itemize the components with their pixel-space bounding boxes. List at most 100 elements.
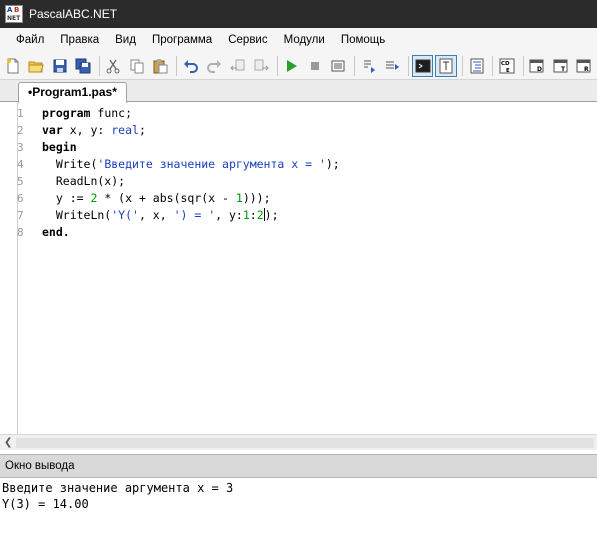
menu-help[interactable]: Помощь xyxy=(333,30,393,50)
code-line: y := 2 * (x + abs(sqr(x - 1))); xyxy=(42,190,271,207)
code-token: 'Y(' xyxy=(111,208,139,222)
code-token: end. xyxy=(42,225,70,239)
menu-view[interactable]: Вид xyxy=(107,30,144,50)
insert-text-icon[interactable]: T xyxy=(550,55,571,77)
redo-icon[interactable] xyxy=(203,55,224,77)
code-token: 'Введите значение аргумента x = ' xyxy=(97,157,326,171)
code-line: var x, y: real; xyxy=(42,122,146,139)
pascalabc-app-icon: A B NET xyxy=(5,5,23,23)
toolbar-separator xyxy=(276,55,278,76)
format-code-icon[interactable] xyxy=(466,55,487,77)
line-number: 5 xyxy=(17,175,24,188)
code-token: Write( xyxy=(42,157,98,171)
code-line: ReadLn(x); xyxy=(42,173,125,190)
code-token: * (x + abs(sqr(x - xyxy=(97,191,236,205)
code-token: real xyxy=(111,123,139,137)
code-editor[interactable]: 12345678 program func; var x, y: real; beg… xyxy=(0,103,597,434)
step-into-icon[interactable] xyxy=(381,55,402,77)
line-number: 6 xyxy=(17,192,24,205)
toolbar-separator xyxy=(176,55,177,76)
menu-edit[interactable]: Правка xyxy=(52,30,107,50)
code-line: program func; xyxy=(42,105,132,122)
compile-icon[interactable] xyxy=(328,55,349,77)
output-line: Y(3) = 14.00 xyxy=(2,497,89,511)
code-token: ') = ' xyxy=(173,208,216,222)
code-token: ); xyxy=(264,208,279,222)
code-token: program xyxy=(42,106,91,120)
code-token: x, y: xyxy=(62,123,112,137)
code-line: begin xyxy=(42,139,77,156)
stop-icon[interactable] xyxy=(304,55,325,77)
code-token: y := xyxy=(42,191,91,205)
menu-modules[interactable]: Модули xyxy=(276,30,333,50)
code-token: , y: xyxy=(215,208,243,222)
code-line: WriteLn('Y(', x, ') = ', y:1:2); xyxy=(42,207,279,224)
code-token: func; xyxy=(90,106,133,120)
svg-text:D: D xyxy=(537,66,542,73)
new-file-icon[interactable] xyxy=(2,55,23,77)
text-window-icon[interactable] xyxy=(435,54,457,77)
svg-text:R: R xyxy=(584,66,589,73)
save-icon[interactable] xyxy=(49,55,70,77)
document-tab-strip: •Program1.pas* xyxy=(0,80,597,103)
tab-program1-pas[interactable]: •Program1.pas* xyxy=(18,82,127,103)
menu-bar: Файл Правка Вид Программа Сервис Модули … xyxy=(0,28,597,52)
code-line: end. xyxy=(42,224,70,241)
scrollbar-track[interactable] xyxy=(16,438,594,448)
code-token: 2 xyxy=(256,208,264,222)
output-window-header: Окно вывода xyxy=(0,454,597,478)
toolbar-separator xyxy=(98,55,100,76)
menu-program[interactable]: Программа xyxy=(144,30,220,50)
title-bar: A B NET PascalABC.NET xyxy=(0,0,597,28)
navigate-forward-icon[interactable] xyxy=(250,55,271,77)
output-window-title: Окно вывода xyxy=(5,460,75,472)
paste-icon[interactable] xyxy=(150,55,171,77)
scroll-left-arrow-icon[interactable]: ❮ xyxy=(4,437,12,448)
copy-icon[interactable] xyxy=(126,55,147,77)
line-number: 1 xyxy=(17,107,24,120)
window-title: PascalABC.NET xyxy=(29,7,118,21)
toolbar-separator xyxy=(492,55,494,76)
menu-service[interactable]: Сервис xyxy=(220,30,275,50)
undo-icon[interactable] xyxy=(180,55,201,77)
replace-icon[interactable]: R xyxy=(573,55,594,77)
toolbar-separator xyxy=(522,55,524,76)
line-number: 2 xyxy=(17,124,24,137)
save-all-icon[interactable] xyxy=(72,55,93,77)
code-token: ); xyxy=(325,157,340,171)
code-token: var xyxy=(42,123,63,137)
code-template-icon[interactable]: CD E xyxy=(496,55,517,77)
line-number: 4 xyxy=(17,158,24,171)
navigate-back-icon[interactable] xyxy=(227,55,248,77)
code-token: WriteLn( xyxy=(42,208,112,222)
output-line: Введите значение аргумента x = 3 xyxy=(2,481,234,495)
line-number: 3 xyxy=(17,141,24,154)
toolbar-separator xyxy=(407,55,409,76)
line-number: 7 xyxy=(17,209,24,222)
editor-horizontal-scrollbar[interactable]: ❮ xyxy=(0,434,597,450)
line-number-gutter xyxy=(0,103,18,434)
toolbar-separator xyxy=(461,55,463,76)
code-line: Write('Введите значение аргумента x = ')… xyxy=(42,156,340,173)
code-token: , x, xyxy=(138,208,174,222)
code-token: 1 xyxy=(235,191,243,205)
cut-icon[interactable] xyxy=(103,55,124,77)
code-token: ; xyxy=(138,123,146,137)
svg-text:E: E xyxy=(506,68,510,74)
run-icon[interactable] xyxy=(281,55,302,77)
toolbar-separator xyxy=(354,55,355,76)
output-window[interactable]: Введите значение аргумента x = 3 Y(3) = … xyxy=(0,478,597,543)
step-over-icon[interactable] xyxy=(358,55,379,77)
open-folder-icon[interactable] xyxy=(25,55,46,77)
code-token: ReadLn(x); xyxy=(42,174,126,188)
console-window-icon[interactable] xyxy=(411,54,434,77)
line-number: 8 xyxy=(17,226,24,239)
code-token: 1 xyxy=(242,208,250,222)
code-token: : xyxy=(249,208,257,222)
toolbar: CD E D T R xyxy=(0,52,597,80)
menu-file[interactable]: Файл xyxy=(8,30,52,50)
svg-text:CD: CD xyxy=(501,61,510,67)
code-token: begin xyxy=(42,140,77,154)
code-token: ))); xyxy=(242,191,271,205)
form-designer-icon[interactable]: D xyxy=(527,55,548,77)
